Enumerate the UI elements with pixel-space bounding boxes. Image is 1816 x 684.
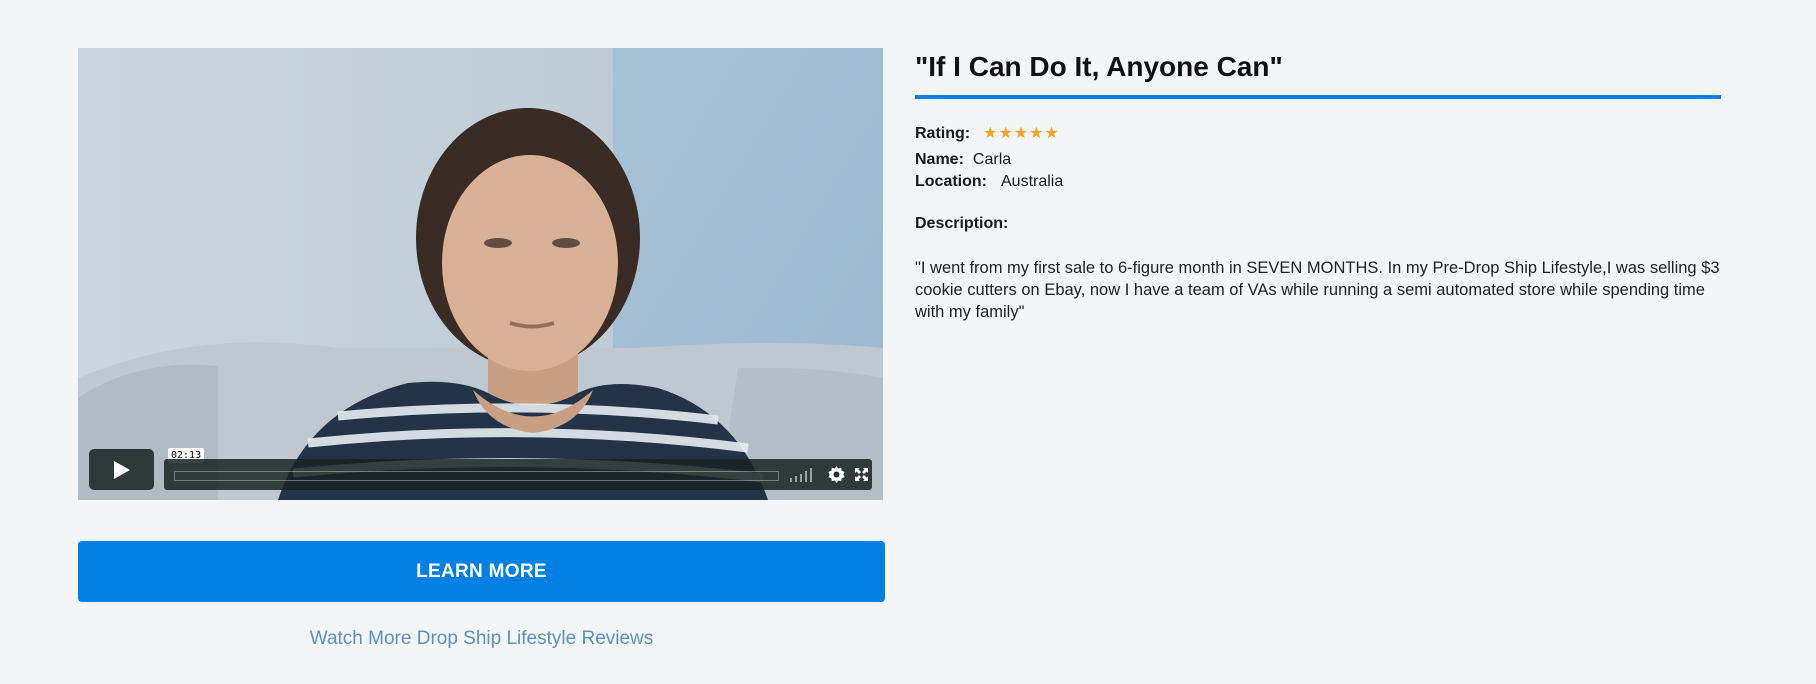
play-icon [113, 460, 130, 479]
fullscreen-icon[interactable] [854, 467, 869, 482]
play-button[interactable] [89, 449, 154, 490]
testimonial-meta: Rating: ★ ★ ★ ★ ★ Name: Carla Location: Aust… [915, 123, 1721, 193]
description-label: Description: [915, 215, 1009, 232]
video-controls: 02:13 [89, 448, 872, 490]
location-label: Location: [915, 173, 987, 190]
rating-row: Rating: ★ ★ ★ ★ ★ [915, 123, 1721, 145]
testimonial-section: 02:13 LEARN MORE Watch More Drop Ship Li… [0, 0, 1816, 684]
video-poster-image [78, 48, 883, 500]
star-icon: ★ [998, 125, 1013, 142]
description-text: "I went from my first sale to 6-figure m… [915, 259, 1720, 321]
video-control-bar [164, 459, 872, 490]
watch-more-reviews-link[interactable]: Watch More Drop Ship Lifestyle Reviews [78, 628, 885, 650]
gear-icon[interactable] [828, 466, 845, 483]
star-icon: ★ [1044, 125, 1059, 142]
volume-icon[interactable] [790, 467, 816, 482]
rating-stars: ★ ★ ★ ★ ★ [983, 126, 1059, 142]
learn-more-button[interactable]: LEARN MORE [78, 541, 885, 602]
star-icon: ★ [1029, 125, 1044, 142]
location-row: Location: Australia [915, 171, 1721, 193]
rating-label: Rating: [915, 125, 971, 142]
video-column: 02:13 LEARN MORE Watch More Drop Ship Li… [78, 48, 885, 650]
star-icon: ★ [1013, 125, 1029, 142]
name-row: Name: Carla [915, 149, 1721, 171]
video-player[interactable]: 02:13 [78, 48, 883, 500]
progress-bar[interactable] [174, 471, 779, 481]
name-value: Carla [972, 151, 1012, 168]
testimonial-title: "If I Can Do It, Anyone Can" [915, 51, 1283, 82]
title-divider [915, 95, 1721, 99]
name-label: Name: [915, 151, 964, 168]
star-icon: ★ [983, 125, 998, 142]
location-value: Australia [1001, 173, 1064, 190]
testimonial-details: "If I Can Do It, Anyone Can" Rating: ★ ★ ★… [915, 48, 1721, 323]
